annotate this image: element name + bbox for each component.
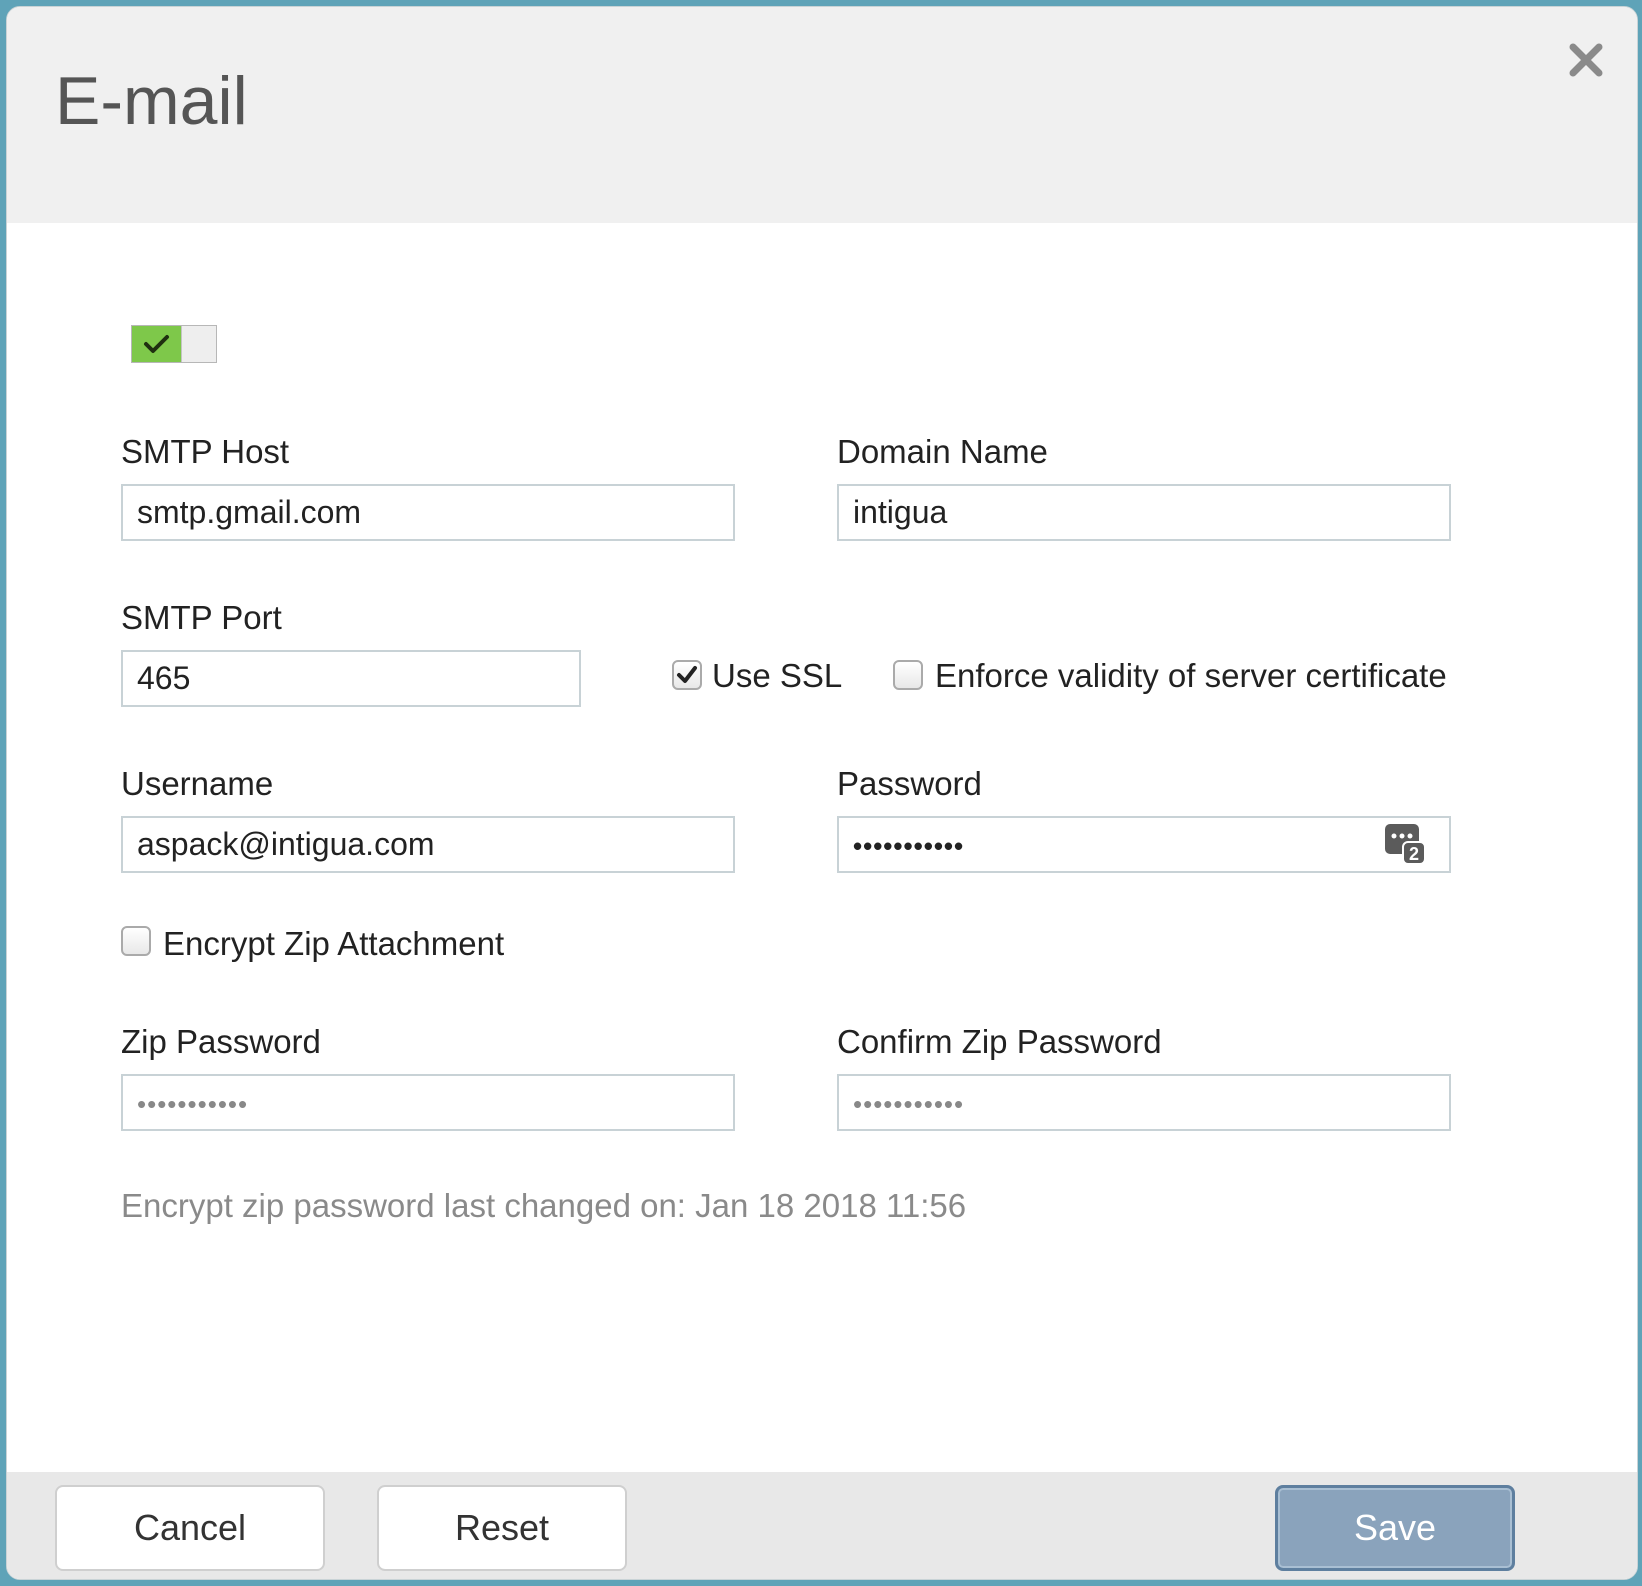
smtp-port-input[interactable]: 465 — [121, 650, 581, 707]
save-button[interactable]: Save — [1275, 1485, 1515, 1571]
svg-text:2: 2 — [1409, 844, 1419, 864]
use-ssl-label[interactable]: Use SSL — [712, 659, 842, 692]
email-settings-dialog: E-mail SMTP Host smtp.gmail.com Domain N… — [6, 6, 1638, 1580]
checkmark-icon — [144, 335, 169, 353]
encrypt-zip-checkbox[interactable] — [121, 926, 151, 956]
password-label: Password — [837, 765, 982, 802]
smtp-port-label: SMTP Port — [121, 599, 282, 636]
reset-button[interactable]: Reset — [377, 1485, 627, 1571]
password-generator-icon[interactable]: 2 — [1383, 822, 1427, 866]
smtp-host-value: smtp.gmail.com — [137, 494, 362, 530]
dialog-footer: Cancel Reset Save — [7, 1472, 1637, 1579]
username-value: aspack@intigua.com — [137, 826, 435, 862]
password-value: ••••••••••• — [853, 831, 965, 861]
confirm-zip-password-label: Confirm Zip Password — [837, 1023, 1162, 1060]
close-icon[interactable] — [1563, 37, 1609, 83]
password-input[interactable]: ••••••••••• 2 — [837, 816, 1451, 873]
domain-name-label: Domain Name — [837, 433, 1048, 470]
confirm-zip-password-value: ••••••••••• — [853, 1089, 965, 1119]
zip-password-label: Zip Password — [121, 1023, 321, 1060]
dialog-header: E-mail — [7, 7, 1637, 223]
username-label: Username — [121, 765, 274, 802]
zip-password-input[interactable]: ••••••••••• — [121, 1074, 735, 1131]
cancel-button[interactable]: Cancel — [55, 1485, 325, 1571]
zip-password-last-changed: Encrypt zip password last changed on: Ja… — [121, 1187, 967, 1224]
dialog-title: E-mail — [55, 63, 248, 139]
smtp-host-input[interactable]: smtp.gmail.com — [121, 484, 735, 541]
smtp-port-value: 465 — [137, 660, 191, 696]
encrypt-zip-label[interactable]: Encrypt Zip Attachment — [163, 927, 504, 960]
toggle-knob — [181, 326, 216, 362]
zip-password-value: ••••••••••• — [137, 1089, 249, 1119]
confirm-zip-password-input[interactable]: ••••••••••• — [837, 1074, 1451, 1131]
use-ssl-checkbox[interactable] — [672, 660, 702, 690]
domain-name-input[interactable]: intigua — [837, 484, 1451, 541]
enforce-certificate-label[interactable]: Enforce validity of server certificate — [935, 659, 1447, 692]
checkmark-icon — [677, 666, 697, 683]
username-input[interactable]: aspack@intigua.com — [121, 816, 735, 873]
toggle-on-segment — [132, 326, 181, 362]
email-enabled-toggle[interactable] — [131, 325, 217, 363]
domain-name-value: intigua — [853, 494, 948, 530]
enforce-certificate-checkbox[interactable] — [893, 660, 923, 690]
smtp-host-label: SMTP Host — [121, 433, 290, 470]
